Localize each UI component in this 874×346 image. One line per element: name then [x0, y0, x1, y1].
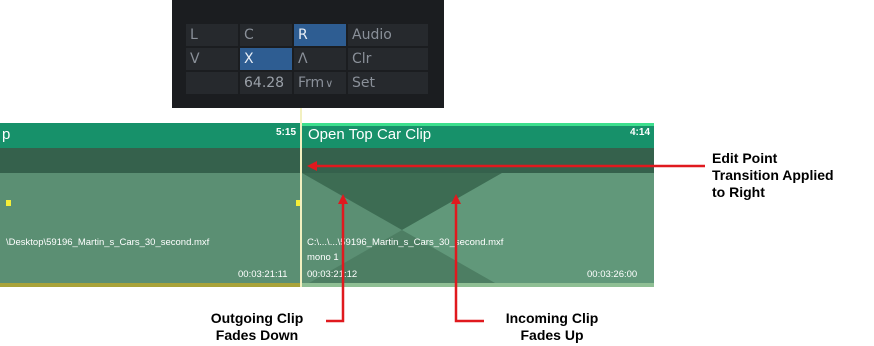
incoming-annotation: Incoming Clip Fades Up [486, 310, 618, 344]
edit-point-annotation: Edit Point Transition Applied to Right [712, 150, 834, 201]
incoming-annotation-line1: Incoming Clip [505, 310, 599, 326]
outgoing-annotation: Outgoing Clip Fades Down [190, 310, 324, 344]
outgoing-annotation-line2: Fades Down [215, 327, 299, 343]
outgoing-annotation-line1: Outgoing Clip [210, 310, 304, 326]
edit-point-annotation-line2: Transition Applied [712, 167, 834, 183]
edit-point-annotation-line1: Edit Point [712, 150, 778, 166]
incoming-annotation-line2: Fades Up [520, 327, 584, 343]
edit-point-annotation-line3: to Right [712, 184, 765, 200]
